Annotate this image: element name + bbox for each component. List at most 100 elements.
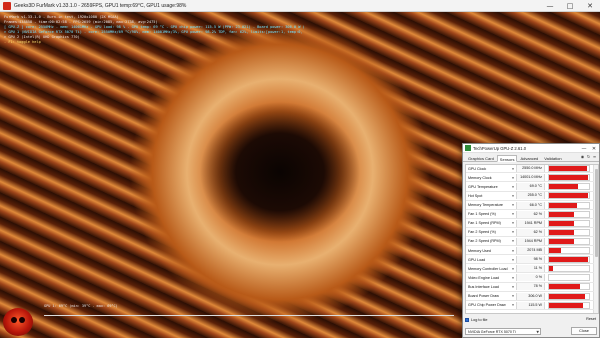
gpu-select-value: NVIDIA GeForce RTX 5070 Ti: [468, 330, 516, 334]
sensor-value: 255.0 °C: [516, 192, 545, 200]
sensor-value: 1941 RPM: [516, 219, 545, 227]
sensor-graph: [548, 237, 590, 245]
sensor-row: Fan 1 Speed (RPM) ▾ 1941 RPM: [466, 219, 594, 228]
gpuz-window: TechPowerUp GPU-Z 2.61.0 — ✕ Graphics Ca…: [462, 143, 600, 338]
log-to-file-checkbox[interactable]: [465, 318, 469, 322]
gpuz-toolbar-icons: ◉ ↻ ≡: [580, 154, 597, 159]
sensor-graph: [548, 228, 590, 236]
sensor-graph-bar: [549, 220, 575, 226]
sensor-name: Fan 1 Speed (RPM): [468, 221, 501, 226]
sensor-name: Board Power Draw: [468, 294, 499, 299]
sensor-value: 2074 MB: [516, 247, 545, 255]
sensor-name: Fan 2 Speed (RPM): [468, 239, 501, 244]
sensor-row: Fan 2 Speed (RPM) ▾ 1944 RPM: [466, 237, 594, 247]
sensor-graph-bar: [549, 302, 583, 308]
sensor-row: GPU Chip Power Draw ▾ 115.5 W: [466, 301, 594, 310]
overlay-line: - F1: toggle help: [4, 40, 41, 44]
sensor-row: Video Engine Load ▾ 0 %: [466, 274, 594, 283]
sensor-name: Video Engine Load: [468, 275, 500, 280]
tab-validation[interactable]: Validation: [541, 154, 564, 161]
sensor-name: Memory Used: [468, 248, 491, 253]
sensor-graph-bar: [549, 193, 588, 199]
sensor-name: Memory Temperature: [468, 203, 503, 208]
sensor-graph-bar: [549, 257, 589, 263]
furmark-logo: [3, 308, 33, 336]
tab-advanced[interactable]: Advanced: [517, 154, 541, 161]
sensor-graph: [548, 183, 590, 191]
sensor-value: 1944 RPM: [516, 237, 545, 245]
close-button[interactable]: Close: [571, 327, 597, 335]
gpuz-minimize-icon[interactable]: —: [579, 144, 589, 153]
sensor-name: GPU Clock: [468, 166, 487, 171]
scrollbar-thumb[interactable]: [595, 169, 598, 257]
gpuz-window-controls: — ✕: [579, 144, 599, 153]
gpu-select[interactable]: NVIDIA GeForce RTX 5070 Ti ▼: [465, 328, 541, 335]
furmark-window-title: Geeks3D FurMark v1.33.1.0 - 2659FPS, GPU…: [14, 2, 187, 9]
sensor-graph-bar: [549, 284, 581, 290]
sensor-graph: [548, 165, 590, 173]
furmark-window-controls: — □ ✕: [540, 0, 600, 12]
camera-icon[interactable]: ◉: [580, 154, 585, 159]
sensor-row: Memory Controller Load ▾ 11 %: [466, 265, 594, 274]
sensor-graph-bar: [549, 266, 554, 272]
reset-button[interactable]: Reset: [586, 317, 596, 321]
gpuz-close-icon[interactable]: ✕: [589, 144, 599, 153]
sensor-row: Board Power Draw ▾ 306.0 W: [466, 292, 594, 301]
sensor-row: Fan 2 Speed (%) ▾ 62 %: [466, 228, 594, 238]
sensor-value: 66.0 °C: [516, 201, 545, 209]
sensor-graph-bar: [549, 238, 575, 244]
minimize-icon[interactable]: —: [540, 0, 560, 12]
sensor-row: Memory Temperature ▾ 66.0 °C: [466, 201, 594, 210]
sensor-value: 62 %: [516, 210, 545, 218]
gpuz-window-title: TechPowerUp GPU-Z 2.61.0: [473, 145, 527, 151]
sensor-name: Bus Interface Load: [468, 284, 499, 289]
sensor-name: Memory Controller Load: [468, 266, 508, 271]
sensor-graph: [548, 201, 590, 209]
logo-left-eye: [11, 317, 17, 323]
sensor-row: GPU Clock ▾ 2550.0 MHz: [466, 165, 594, 174]
sensor-graph: [548, 292, 590, 300]
sensor-graph: [548, 265, 590, 273]
sensor-graph: [548, 192, 590, 200]
tab-sensors[interactable]: Sensors: [496, 155, 518, 162]
sensor-graph-bar: [549, 184, 578, 190]
sensor-name: GPU Temperature: [468, 184, 498, 189]
sensor-graph: [548, 247, 590, 255]
gpuz-tab-bar: Graphics Card Sensors Advanced Validatio…: [463, 153, 599, 162]
sensor-graph: [548, 210, 590, 218]
sensor-row: GPU Temperature ▾ 69.0 °C: [466, 183, 594, 192]
tab-graphics-card[interactable]: Graphics Card: [465, 154, 497, 161]
gpuz-log-row: Log to file Reset: [465, 316, 599, 324]
furmark-app-icon: [3, 1, 11, 10]
gpuz-app-icon: [465, 145, 471, 151]
sensor-graph: [548, 301, 590, 309]
sensor-row: GPU Load ▾ 98 %: [466, 256, 594, 265]
sensor-value: 2550.0 MHz: [516, 165, 545, 173]
sensor-graph: [548, 274, 590, 282]
temperature-graph-label: GPU 1: 69°C (min: 39°C - max: 69°C): [44, 304, 118, 308]
sensor-graph-bar: [549, 166, 588, 172]
maximize-icon[interactable]: □: [560, 0, 580, 12]
sensor-row: Memory Used ▾ 2074 MB: [466, 247, 594, 256]
refresh-icon[interactable]: ↻: [586, 154, 591, 159]
sensor-name: Memory Clock: [468, 175, 492, 180]
sensor-value: 78 %: [516, 283, 545, 291]
sensor-graph-bar: [549, 248, 561, 254]
sensor-graph-bar: [549, 229, 574, 235]
sensor-value: 306.0 W: [516, 292, 545, 300]
sensor-graph-bar: [549, 211, 574, 217]
sensor-value: 14001.0 MHz: [516, 174, 545, 182]
sensor-name: Hot Spot: [468, 193, 483, 198]
menu-icon[interactable]: ≡: [592, 154, 597, 159]
sensor-value: 11 %: [516, 265, 545, 273]
sensor-value: 115.5 W: [516, 301, 545, 309]
sensor-name: Fan 1 Speed (%): [468, 212, 496, 217]
sensor-graph-bar: [549, 202, 577, 208]
logo-right-eye: [19, 317, 25, 323]
close-icon[interactable]: ✕: [580, 0, 600, 12]
sensor-graph: [548, 174, 590, 182]
sensor-value: 98 %: [516, 256, 545, 264]
sensor-graph: [548, 256, 590, 264]
log-to-file-label: Log to file: [471, 318, 488, 322]
sensor-row: Hot Spot ▾ 255.0 °C: [466, 192, 594, 201]
